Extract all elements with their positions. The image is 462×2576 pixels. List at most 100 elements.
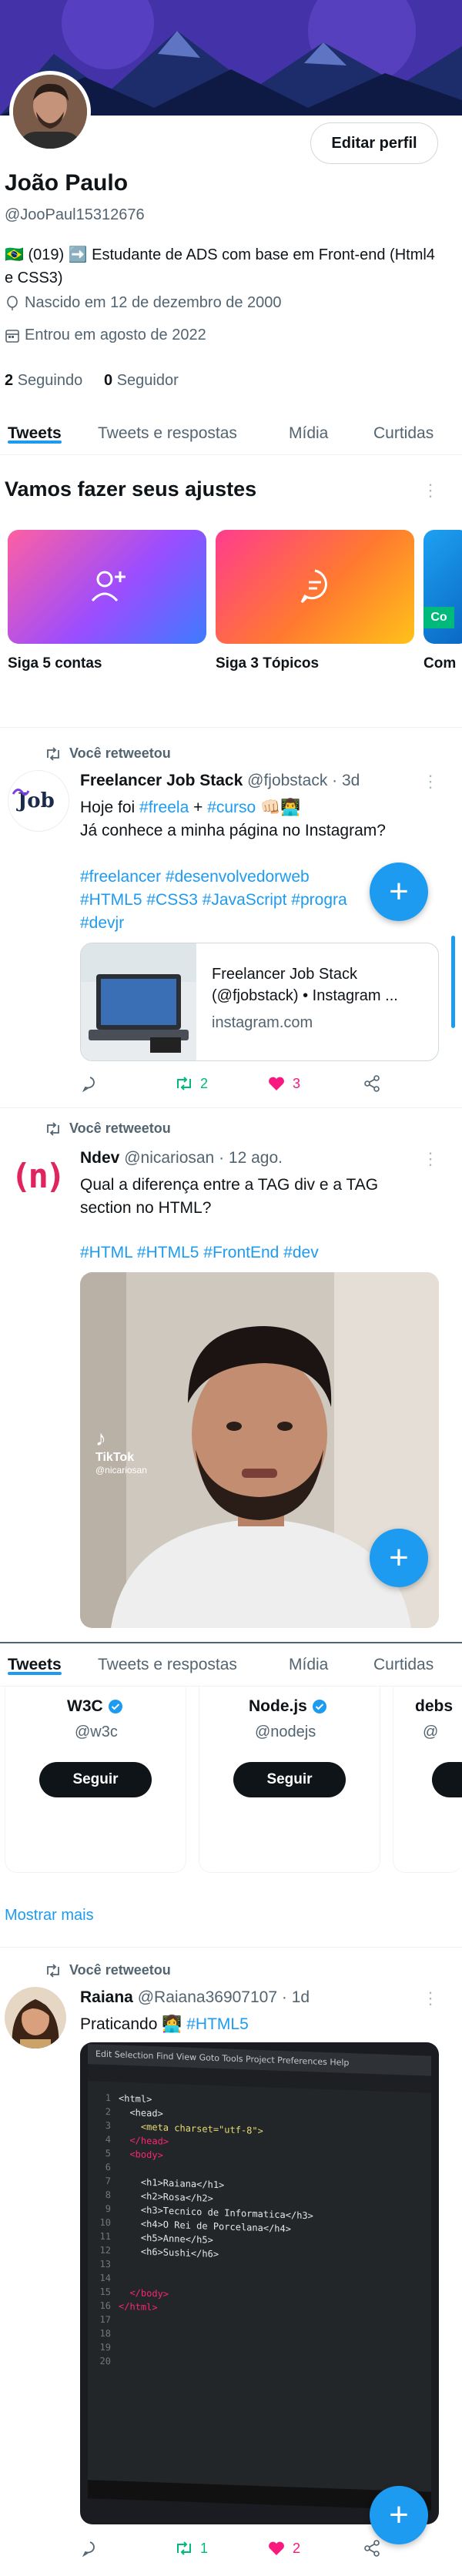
retweet-icon [177, 2541, 191, 2555]
setup-card-complete[interactable]: Co [424, 530, 462, 644]
tweet-avatar[interactable] [5, 1987, 66, 2048]
hashtag-link[interactable]: #HTML5 [186, 2015, 249, 2033]
tweet-avatar[interactable]: (n) [8, 1147, 69, 1209]
suggestion-handle: @nodejs [255, 1723, 316, 1740]
profile-name: João Paulo [5, 170, 129, 196]
compose-tweet-button[interactable]: + [370, 2486, 428, 2544]
link-domain: instagram.com [212, 1014, 313, 1031]
follow-button[interactable]: Seguir [233, 1762, 346, 1797]
retweet-indicator: Você retweetou [45, 1121, 171, 1137]
like-action[interactable]: 2 [268, 2541, 300, 2557]
profile-tabs: Tweets Tweets e respostas Mídia Curtidas [0, 412, 462, 455]
tweet-handle[interactable]: @fjobstack [247, 772, 327, 789]
profile-avatar[interactable] [9, 71, 91, 152]
like-action[interactable]: 3 [268, 1076, 300, 1092]
reply-icon[interactable] [82, 2540, 99, 2557]
verified-icon [108, 1700, 122, 1713]
retweet-indicator: Você retweetou [45, 745, 171, 762]
follow-button[interactable]: Seguir [39, 1762, 152, 1797]
tweet-time: · 1d [281, 1988, 310, 2006]
calendar-icon [5, 329, 19, 343]
tweet-handle[interactable]: @Raiana36907107 [138, 1988, 277, 2006]
tweet-avatar[interactable]: Job [8, 770, 69, 832]
divider [0, 1107, 462, 1108]
tweet-author[interactable]: Freelancer Job Stack [80, 772, 243, 789]
reply-icon[interactable] [82, 1075, 99, 1092]
heart-icon [269, 2541, 284, 2555]
tab-likes[interactable]: Curtidas [373, 1643, 434, 1674]
show-more-link[interactable]: Mostrar mais [5, 1907, 94, 1924]
more-icon[interactable]: ⋮ [422, 1988, 439, 2008]
join-date: Entrou em agosto de 2022 [5, 327, 206, 344]
tab-media[interactable]: Mídia [289, 412, 328, 443]
tweet-image[interactable]: Edit Selection Find View Goto Tools Proj… [80, 2042, 439, 2524]
tab-tweets[interactable]: Tweets [8, 412, 62, 444]
hashtag-link[interactable]: #curso [207, 799, 256, 816]
hashtags[interactable]: #HTML5 #CSS3 #JavaScript #progra [80, 889, 365, 912]
tweet-handle[interactable]: @nicariosan [124, 1149, 214, 1167]
tab-tweets-replies[interactable]: Tweets e respostas [98, 1643, 237, 1674]
more-icon[interactable]: ⋮ [422, 1149, 439, 1169]
following-link[interactable]: 2 Seguindo [5, 372, 82, 389]
code-editor-photo: Edit Selection Find View Goto Tools Proj… [88, 2044, 431, 2511]
retweet-icon [47, 1121, 59, 1136]
follow-suggestion-card[interactable]: debs @ [393, 1687, 462, 1873]
share-icon[interactable] [363, 1075, 380, 1092]
share-icon[interactable] [363, 2540, 380, 2557]
more-icon[interactable]: ⋮ [422, 481, 439, 501]
verified-icon [312, 1700, 326, 1713]
profile-bio: 🇧🇷 (019) ➡️ Estudante de ADS com base em… [5, 246, 435, 286]
divider [0, 1947, 462, 1948]
link-preview-card[interactable]: Freelancer Job Stack (@fjobstack) • Inst… [80, 943, 439, 1061]
tweet-author[interactable]: Ndev [80, 1149, 119, 1167]
topic-icon [300, 569, 327, 604]
code-content: <html> <head> <meta charset="utf-8"> </h… [119, 2092, 313, 2320]
hashtag-link[interactable]: #freela [139, 799, 189, 816]
suggestion-name: W3C [67, 1697, 123, 1716]
tweet-author[interactable]: Raiana [80, 1988, 133, 2006]
link-preview-image [81, 943, 196, 1060]
tab-tweets[interactable]: Tweets [8, 1643, 62, 1675]
suggestion-handle: @w3c [75, 1723, 118, 1740]
tab-media[interactable]: Mídia [289, 1643, 328, 1674]
setup-card-label: Com [424, 655, 457, 672]
avatar-photo [5, 1987, 66, 2048]
tiktok-watermark: ♪ TikTok @nicariosan [95, 1426, 147, 1476]
birth-date: Nascido em 12 de dezembro de 2000 [5, 294, 282, 312]
wave-icon [12, 789, 30, 796]
suggestion-name: Node.js [249, 1697, 327, 1716]
avatar-logo-text: (n) [11, 1157, 66, 1196]
retweet-indicator: Você retweetou [45, 1962, 171, 1978]
setup-card-label: Siga 3 Tópicos [216, 655, 320, 672]
setup-card-follow-accounts[interactable] [8, 530, 206, 644]
tiktok-icon: ♪ [95, 1426, 106, 1450]
tweet-text: Praticando 👩‍💻 #HTML5 [80, 2015, 249, 2033]
profile-handle: @JooPaul15312676 [5, 206, 145, 223]
tab-likes[interactable]: Curtidas [373, 412, 434, 443]
line-numbers: 1 2 3 4 5 6 7 8 9 10 11 12 13 14 15 16 17 18 19 20 [99, 2092, 111, 2367]
scrollbar[interactable] [451, 936, 455, 1028]
retweet-action[interactable]: 2 [174, 1076, 208, 1092]
profile-tabs-sticky: Tweets Tweets e respostas Mídia Curtidas [0, 1643, 462, 1687]
retweet-action[interactable]: 1 [174, 2541, 208, 2557]
birth-date-text: Nascido em 12 de dezembro de 2000 [25, 294, 282, 311]
retweet-icon [47, 1963, 59, 1978]
more-icon[interactable]: ⋮ [422, 772, 439, 792]
follow-button[interactable] [432, 1762, 462, 1797]
tweet-time: · 12 ago. [219, 1149, 283, 1167]
follow-suggestion-card[interactable]: W3C @w3c Seguir [5, 1687, 186, 1873]
setup-card-follow-topics[interactable] [216, 530, 414, 644]
compose-tweet-button[interactable]: + [370, 863, 428, 921]
heart-icon [269, 1077, 284, 1090]
tweet-header: Freelancer Job Stack @fjobstack · 3d [80, 772, 360, 790]
edit-profile-button[interactable]: Editar perfil [310, 122, 438, 164]
tab-tweets-replies[interactable]: Tweets e respostas [98, 412, 237, 443]
tweet-text: Qual a diferença entre a TAG div e a TAG… [80, 1176, 379, 1217]
followers-link[interactable]: 0 Seguidor [104, 372, 179, 389]
suggestion-name: debs [415, 1697, 454, 1715]
setup-card-label: Siga 5 contas [8, 655, 102, 672]
hashtags[interactable]: #HTML #HTML5 #FrontEnd #dev [80, 1241, 319, 1265]
setup-title: Vamos fazer seus ajustes [5, 477, 257, 501]
compose-tweet-button[interactable]: + [370, 1529, 428, 1587]
follow-suggestion-card[interactable]: Node.js @nodejs Seguir [199, 1687, 380, 1873]
